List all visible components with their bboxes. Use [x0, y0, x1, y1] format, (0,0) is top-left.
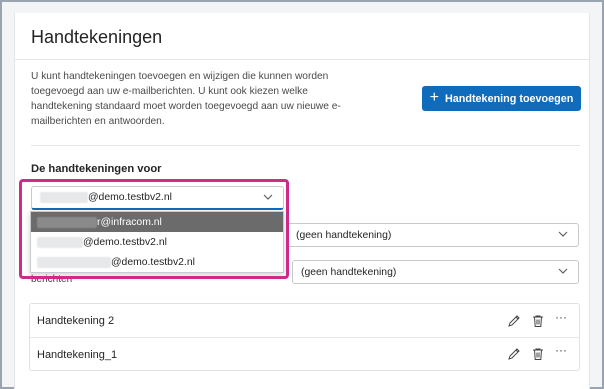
redacted-username	[37, 236, 83, 248]
more-horizontal-icon[interactable]: ···	[555, 311, 569, 326]
new-messages-signature-select[interactable]: (geen handtekening)	[287, 223, 579, 247]
row-actions: ···	[507, 311, 569, 328]
more-horizontal-icon[interactable]: ···	[555, 344, 569, 359]
account-option-label: @demo.testbv2.nl	[111, 256, 195, 268]
trash-icon[interactable]	[531, 347, 545, 361]
account-option-label: @demo.testbv2.nl	[83, 236, 167, 248]
new-messages-signature-value: (geen handtekening)	[296, 229, 392, 241]
trash-icon[interactable]	[531, 314, 545, 328]
account-option[interactable]: @demo.testbv2.nl	[31, 232, 283, 252]
chevron-down-icon	[558, 268, 568, 274]
account-option[interactable]: @demo.testbv2.nl	[31, 252, 283, 272]
signatures-for-label: De handtekeningen voor	[31, 163, 162, 175]
replies-label: berichten	[31, 274, 73, 285]
signatures-list: Handtekening 2 ··· Handtekening_1 ···	[29, 303, 580, 371]
chevron-down-icon	[558, 231, 568, 237]
replies-signature-value: (geen handtekening)	[301, 266, 397, 278]
pencil-icon[interactable]	[507, 347, 521, 361]
page-title: Handtekeningen	[31, 27, 163, 47]
row-actions: ···	[507, 344, 569, 361]
account-option-label: r@infracom.nl	[97, 216, 162, 228]
list-item[interactable]: Handtekening_1 ···	[30, 338, 579, 371]
signature-name: Handtekening 2	[37, 315, 115, 327]
signature-name: Handtekening_1	[37, 348, 118, 361]
account-select-value: @demo.testbv2.nl	[88, 192, 172, 203]
account-select[interactable]: @demo.testbv2.nl	[31, 186, 284, 210]
replies-signature-select[interactable]: (geen handtekening)	[292, 260, 579, 284]
chevron-down-icon	[263, 194, 273, 200]
add-signature-button[interactable]: + Handtekening toevoegen	[422, 86, 581, 111]
redacted-username	[40, 192, 88, 203]
redacted-username	[37, 216, 97, 228]
list-item[interactable]: Handtekening 2 ···	[30, 305, 579, 338]
redacted-username	[37, 256, 111, 268]
plus-icon: +	[429, 88, 439, 106]
divider	[14, 59, 590, 60]
divider	[31, 145, 580, 146]
account-dropdown-list: r@infracom.nl @demo.testbv2.nl @demo.tes…	[30, 211, 284, 273]
page-description: U kunt handtekeningen toevoegen en wijzi…	[31, 71, 341, 127]
pencil-icon[interactable]	[507, 314, 521, 328]
account-option[interactable]: r@infracom.nl	[31, 212, 283, 232]
add-signature-label: Handtekening toevoegen	[444, 92, 574, 105]
